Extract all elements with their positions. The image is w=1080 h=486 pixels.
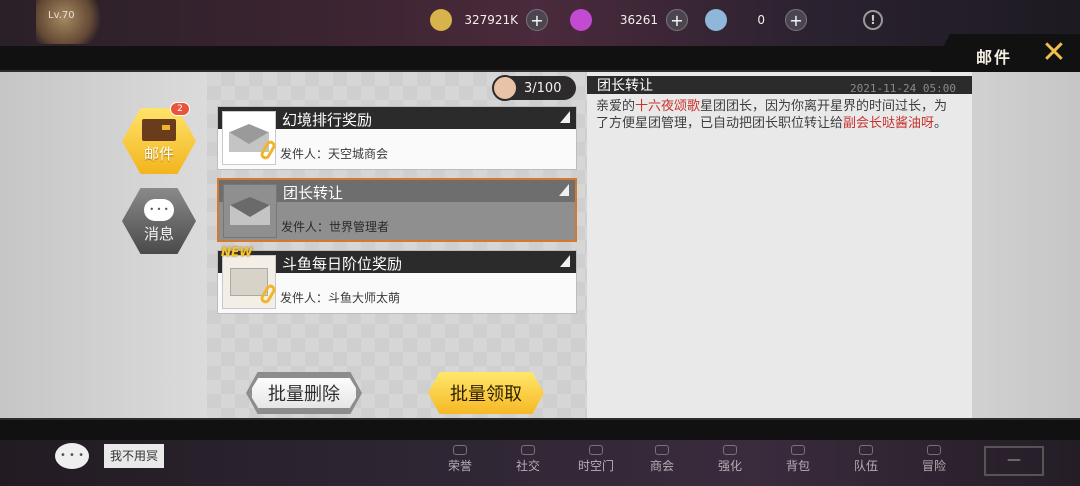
nav-label: 强化 xyxy=(717,459,742,473)
gem-resource: 36261 + xyxy=(570,8,688,32)
add-gem-button[interactable]: + xyxy=(666,9,688,31)
mail-subject: 幻境排行奖励 xyxy=(282,111,373,129)
team-icon xyxy=(859,445,873,455)
panel-frame-bottom xyxy=(0,418,1080,440)
body-text: 亲爱的 xyxy=(596,99,636,114)
alert-icon[interactable]: ! xyxy=(863,10,883,30)
mail-sender: 发件人：天空城商会 xyxy=(280,147,389,161)
nav-enhance[interactable]: 强化 xyxy=(700,440,760,486)
chat-icon: • • • xyxy=(144,198,174,221)
unread-badge: 2 xyxy=(170,102,190,116)
new-badge: NEW xyxy=(221,245,253,259)
mail-subject: 斗鱼每日阶位奖励 xyxy=(282,255,403,273)
mailbox-icon xyxy=(492,75,518,101)
nav-label: 时空门 xyxy=(577,459,614,473)
player-avatar[interactable] xyxy=(36,0,106,44)
gem-icon xyxy=(570,9,592,31)
close-button[interactable]: ✕ xyxy=(1040,38,1068,68)
nav-social[interactable]: 社交 xyxy=(498,440,558,486)
detail-body: 亲爱的十六夜颂歌星团团长，因为你离开星界的时间过长，为了方便星团管理，已自动把团… xyxy=(596,98,956,132)
nav-label: 背包 xyxy=(785,459,810,473)
mail-sender: 发件人：世界管理者 xyxy=(281,220,390,234)
token-value: 0 xyxy=(757,13,765,27)
nav-team[interactable]: 队伍 xyxy=(836,440,896,486)
tab-mail-label: 邮件 xyxy=(143,144,174,163)
mail-subject: 团长转让 xyxy=(283,184,344,202)
nav-label: 队伍 xyxy=(853,459,878,473)
portal-icon xyxy=(589,445,603,455)
chat-preview[interactable]: 我不用冥 xyxy=(104,444,165,468)
gold-resource: 327921K + xyxy=(430,8,548,32)
social-icon xyxy=(521,445,535,455)
body-highlight-name: 副会长哒酱油呀 xyxy=(843,116,935,131)
nav-shop[interactable]: 商会 xyxy=(632,440,692,486)
token-resource: 0 + xyxy=(705,8,807,32)
panel-frame-top xyxy=(0,34,1080,72)
enhance-icon xyxy=(723,445,737,455)
nav-honor[interactable]: 荣誉 xyxy=(430,440,490,486)
player-level: Lv.70 xyxy=(48,10,75,21)
tab-messages-label: 消息 xyxy=(143,224,174,243)
gold-value: 327921K xyxy=(464,13,518,27)
token-icon xyxy=(705,9,727,31)
panel-title: 邮件 xyxy=(976,48,1013,67)
nav-label: 社交 xyxy=(515,459,540,473)
nav-label: 冒险 xyxy=(921,459,946,473)
honor-icon xyxy=(453,445,467,455)
batch-delete-button[interactable]: 批量删除 xyxy=(249,375,359,411)
envelope-icon xyxy=(223,184,277,238)
mail-sender: 发件人：斗鱼大师太萌 xyxy=(280,291,401,305)
nav-label: 商会 xyxy=(649,459,674,473)
menu-toggle-icon[interactable]: — xyxy=(984,446,1044,476)
gold-coin-icon xyxy=(430,9,452,31)
bag-icon xyxy=(791,445,805,455)
envelope-icon xyxy=(142,118,176,141)
nav-portal[interactable]: 时空门 xyxy=(566,440,626,486)
mail-item[interactable]: 幻境排行奖励 发件人：天空城商会 xyxy=(217,106,577,170)
mail-item-selected[interactable]: 团长转让 发件人：世界管理者 xyxy=(217,178,577,242)
nav-adventure[interactable]: 冒险 xyxy=(904,440,964,486)
add-gold-button[interactable]: + xyxy=(526,9,548,31)
mail-detail: 团长转让 2021-11-24 05:00 亲爱的十六夜颂歌星团团长，因为你离开… xyxy=(587,72,972,418)
add-token-button[interactable]: + xyxy=(785,9,807,31)
batch-claim-button[interactable]: 批量领取 xyxy=(428,372,544,414)
detail-date: 2021-11-24 05:00 xyxy=(850,82,956,95)
detail-title: 团长转让 xyxy=(597,78,653,94)
envelope-icon xyxy=(222,111,278,165)
mail-count-value: 3/100 xyxy=(524,80,562,96)
mail-count: 3/100 xyxy=(492,75,576,101)
gem-value: 36261 xyxy=(619,13,658,27)
mail-item[interactable]: NEW 斗鱼每日阶位奖励 发件人：斗鱼大师太萌 xyxy=(217,245,577,314)
nav-bag[interactable]: 背包 xyxy=(768,440,828,486)
chat-icon[interactable]: • • • xyxy=(55,443,89,469)
body-highlight-name: 十六夜颂歌 xyxy=(635,99,701,114)
body-text: 。 xyxy=(934,116,948,131)
nav-label: 荣誉 xyxy=(447,459,472,473)
shop-icon xyxy=(655,445,669,455)
letter-icon xyxy=(222,255,278,309)
adventure-icon xyxy=(927,445,941,455)
